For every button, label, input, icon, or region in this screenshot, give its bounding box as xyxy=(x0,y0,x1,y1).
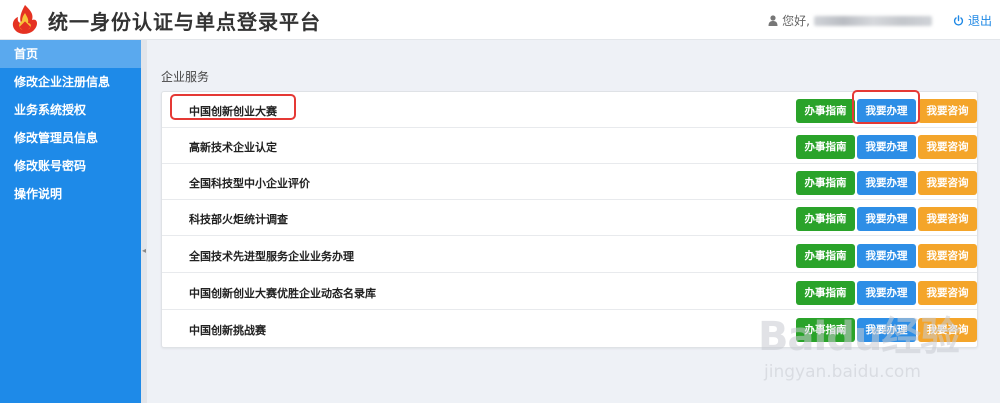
watermark-main: Baidu经验 xyxy=(758,314,960,360)
logout-label: 退出 xyxy=(967,14,992,28)
service-name: 全国科技型中小企业评价 xyxy=(189,177,310,190)
service-name: 中国创新创业大赛优胜企业动态名录库 xyxy=(189,287,376,300)
sidebar-item-edit-registration[interactable]: 修改企业注册信息 xyxy=(0,68,141,96)
guide-button[interactable]: 办事指南 xyxy=(796,244,855,268)
baidu-watermark: Baidu经验 jingyan.baidu.com xyxy=(758,304,968,400)
sidebar-collapse-strip xyxy=(141,40,147,403)
sidebar-item-change-password[interactable]: 修改账号密码 xyxy=(0,152,141,180)
guide-button[interactable]: 办事指南 xyxy=(796,171,855,195)
service-row: 高新技术企业认定 办事指南 我要办理 我要咨询 xyxy=(162,128,977,164)
apply-button[interactable]: 我要办理 xyxy=(857,281,916,305)
highlight-box-apply-button xyxy=(852,90,920,124)
consult-button[interactable]: 我要咨询 xyxy=(918,281,977,305)
consult-button[interactable]: 我要咨询 xyxy=(918,99,977,123)
service-name: 科技部火炬统计调查 xyxy=(189,213,288,226)
service-name: 中国创新挑战赛 xyxy=(189,324,266,337)
sidebar: 首页 修改企业注册信息 业务系统授权 修改管理员信息 修改账号密码 操作说明 xyxy=(0,40,141,403)
guide-button[interactable]: 办事指南 xyxy=(796,281,855,305)
sidebar-item-instructions[interactable]: 操作说明 xyxy=(0,180,141,208)
watermark-sub: jingyan.baidu.com xyxy=(764,362,921,382)
apply-button[interactable]: 我要办理 xyxy=(857,135,916,159)
apply-button[interactable]: 我要办理 xyxy=(857,171,916,195)
apply-button[interactable]: 我要办理 xyxy=(857,207,916,231)
service-row: 全国科技型中小企业评价 办事指南 我要办理 我要咨询 xyxy=(162,164,977,200)
consult-button[interactable]: 我要咨询 xyxy=(918,244,977,268)
user-icon xyxy=(768,15,778,26)
sidebar-item-system-authorization[interactable]: 业务系统授权 xyxy=(0,96,141,124)
service-row: 科技部火炬统计调查 办事指南 我要办理 我要咨询 xyxy=(162,200,977,236)
chevron-left-icon[interactable]: ◂ xyxy=(141,244,147,258)
guide-button[interactable]: 办事指南 xyxy=(796,99,855,123)
service-name: 高新技术企业认定 xyxy=(189,141,277,154)
consult-button[interactable]: 我要咨询 xyxy=(918,171,977,195)
logout-button[interactable]: 退出 xyxy=(953,12,992,29)
sidebar-item-edit-admin[interactable]: 修改管理员信息 xyxy=(0,124,141,152)
sidebar-item-home[interactable]: 首页 xyxy=(0,40,141,68)
app-title: 统一身份认证与单点登录平台 xyxy=(48,10,321,34)
flame-logo-icon xyxy=(12,5,38,34)
service-row: 全国技术先进型服务企业业务办理 办事指南 我要办理 我要咨询 xyxy=(162,237,977,273)
guide-button[interactable]: 办事指南 xyxy=(796,135,855,159)
consult-button[interactable]: 我要咨询 xyxy=(918,207,977,231)
service-name: 全国技术先进型服务企业业务办理 xyxy=(189,250,354,263)
user-greeting: 您好, xyxy=(768,12,932,29)
blurred-username xyxy=(814,15,932,26)
guide-button[interactable]: 办事指南 xyxy=(796,207,855,231)
highlight-box-service-name xyxy=(170,94,296,120)
section-title: 企业服务 xyxy=(161,70,210,84)
consult-button[interactable]: 我要咨询 xyxy=(918,135,977,159)
top-header: 统一身份认证与单点登录平台 您好, 退出 xyxy=(0,0,1000,40)
greeting-text: 您好, xyxy=(782,14,810,28)
apply-button[interactable]: 我要办理 xyxy=(857,244,916,268)
power-icon xyxy=(953,15,964,26)
